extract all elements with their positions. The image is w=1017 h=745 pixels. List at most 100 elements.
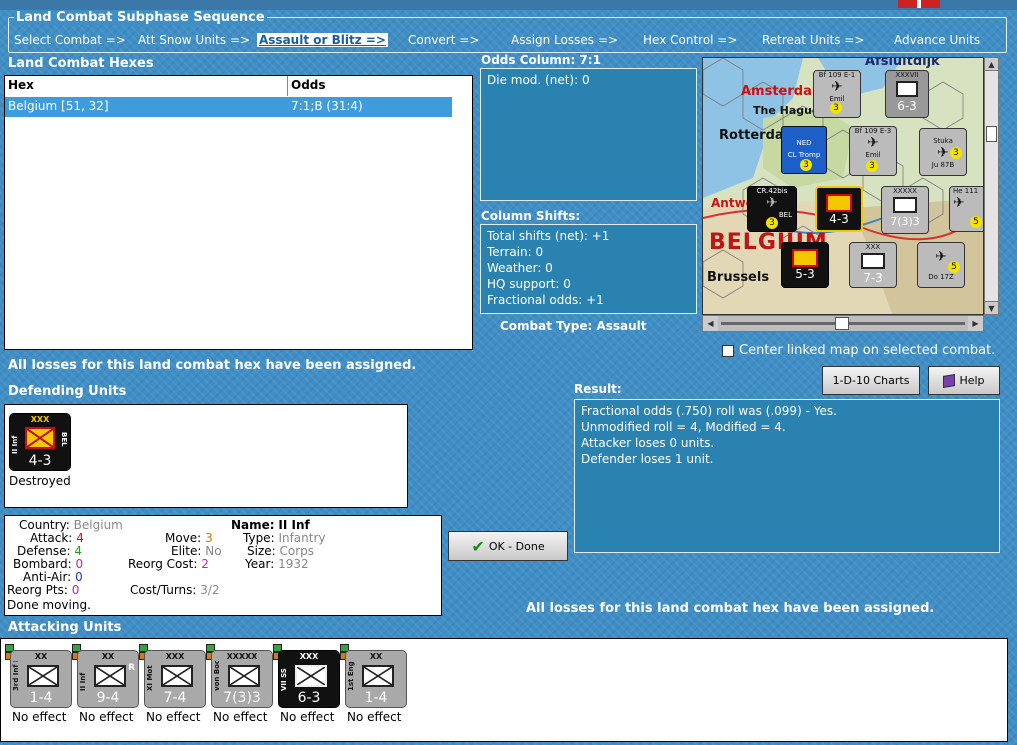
result-line-3: Attacker loses 0 units. — [581, 436, 715, 450]
attacking-unit-status: No effect — [213, 710, 268, 724]
plane-icon: ✈ — [766, 195, 778, 211]
attacking-unit-status: No effect — [280, 710, 335, 724]
center-map-label: Center linked map on selected combat. — [739, 343, 996, 358]
shift-hq: HQ support: 0 — [487, 277, 571, 291]
map-label-brussels: Brussels — [707, 270, 770, 285]
shift-terrain: Terrain: 0 — [487, 245, 544, 259]
scroll-down-icon[interactable]: ▼ — [985, 301, 998, 314]
unit-cost-turns: 3/2 — [200, 583, 220, 597]
sequence-title: Land Combat Subphase Sequence — [14, 10, 267, 25]
unit-done-moving: Done moving. — [7, 598, 91, 612]
step-retreat-units[interactable]: Retreat Units => — [762, 33, 864, 47]
result-title: Result: — [574, 382, 622, 396]
map-counter-xxx[interactable]: XXX 7-3 — [849, 242, 897, 288]
book-icon — [943, 373, 956, 388]
map-counter-i-inf[interactable]: 5-3 — [781, 242, 829, 288]
plane-icon: ✈ — [953, 195, 965, 211]
attacking-unit-status: No effect — [347, 710, 402, 724]
column-shifts-title: Column Shifts: — [481, 209, 581, 223]
step-assault-or-blitz[interactable]: Assault or Blitz => — [257, 33, 388, 47]
defending-panel: XXX II Inf BEL 4-3 Destroyed — [4, 404, 408, 508]
col-hex-header[interactable]: Hex — [5, 76, 288, 96]
table-row[interactable]: Belgium [51, 32] 7:1;B (31:4) — [5, 97, 452, 117]
unit-name: II Inf — [278, 518, 310, 532]
scroll-left-icon[interactable]: ◀ — [703, 316, 718, 331]
plane-icon: ✈ — [831, 79, 843, 95]
map-label-antwerp: Antwerp — [711, 196, 751, 210]
map-vertical-scrollbar[interactable]: ▲ ▼ — [984, 57, 999, 315]
linked-map[interactable]: Afsluitdijk Amsterdam The Hague Rotterda… — [702, 57, 984, 315]
attacking-unit-status: No effect — [146, 710, 201, 724]
map-counter-ned-tromp[interactable]: NED CL Tromp 3 — [781, 126, 827, 174]
step-assign-losses[interactable]: Assign Losses => — [511, 33, 618, 47]
attacking-unit-counter[interactable]: XX 1st Eng 1-4 — [345, 650, 407, 708]
unit-year: 1932 — [278, 557, 309, 571]
combat-type: Combat Type: Assault — [500, 319, 647, 333]
attacking-unit-counter[interactable]: XXXXX von Bock 7(3)3 — [211, 650, 273, 708]
result-line-2: Unmodified roll = 4, Modified = 4. — [581, 420, 786, 434]
unit-symbol-icon — [228, 665, 260, 687]
unit-symbol-icon — [94, 665, 126, 687]
map-counter-xxxxx[interactable]: XXXXX 7(3)3 — [881, 186, 929, 234]
center-map-checkbox[interactable] — [722, 345, 734, 357]
map-counter-bf109-e1[interactable]: Bf 109 E-1 ✈ Emil 3 — [813, 70, 861, 118]
map-counter-ii-inf-selected[interactable]: 4-3 — [815, 186, 863, 232]
defending-unit-counter[interactable]: XXX II Inf BEL 4-3 — [9, 413, 71, 471]
losses-message-top: All losses for this land combat hex have… — [8, 358, 417, 373]
shift-fractional: Fractional odds: +1 — [487, 293, 604, 307]
map-counter-he111[interactable]: He 111 ✈ 5 — [949, 186, 983, 232]
unit-reorg-pts: 0 — [71, 583, 80, 597]
unit-bombard: 0 — [75, 557, 84, 571]
unit-defense: 4 — [74, 544, 82, 558]
attacking-unit-counter[interactable]: XX II Inf R 9-4 — [77, 650, 139, 708]
unit-country: Belgium — [73, 518, 123, 532]
scroll-thumb[interactable] — [986, 126, 997, 142]
flag-icon — [898, 0, 940, 8]
step-att-snow-units[interactable]: Att Snow Units => — [138, 33, 250, 47]
scroll-right-icon[interactable]: ▶ — [968, 316, 983, 331]
ok-done-button[interactable]: ✔ OK - Done — [448, 531, 568, 561]
unit-move: 3 — [205, 531, 213, 545]
col-odds-header[interactable]: Odds — [288, 76, 452, 96]
odds-panel: Die mod. (net): 0 — [480, 68, 697, 201]
step-convert[interactable]: Convert => — [408, 33, 479, 47]
losses-message-bottom: All losses for this land combat hex have… — [526, 601, 935, 616]
attacking-unit-counter[interactable]: XX 3rd Inf Div 1-4 — [10, 650, 72, 708]
attacking-unit-counter[interactable]: XXX XI Mot 7-4 — [144, 650, 206, 708]
attacking-title: Attacking Units — [8, 620, 122, 635]
map-counter-xxxvii[interactable]: XXXVII 6-3 — [885, 70, 929, 118]
unit-symbol-icon — [161, 665, 193, 687]
step-select-combat[interactable]: Select Combat => — [14, 33, 126, 47]
unit-reorg-cost: 2 — [201, 557, 209, 571]
attacking-unit-counter[interactable]: XXX VII SS 6-3 — [278, 650, 340, 708]
odds-column-title: Odds Column: 7:1 — [481, 53, 601, 67]
map-label-the-hague: The Hague — [753, 104, 820, 117]
unit-size: Corps — [279, 544, 315, 558]
map-counter-do17z[interactable]: ✈ Do 17Z 5 — [917, 242, 965, 288]
step-hex-control[interactable]: Hex Control => — [643, 33, 737, 47]
table-header: Hex Odds — [5, 76, 452, 96]
map-counter-bf109-e3[interactable]: Bf 109 E-3 ✈ Emil 3 — [849, 126, 897, 176]
unit-attack: 4 — [76, 531, 84, 545]
attacking-unit-status: No effect — [12, 710, 67, 724]
row-odds: 7:1;B (31:4) — [291, 99, 363, 113]
map-counter-stuka[interactable]: Stuka ✈ Ju 87B 3 — [919, 128, 967, 176]
map-horizontal-scrollbar[interactable]: ◀ ▶ — [702, 315, 984, 332]
result-panel: Fractional odds (.750) roll was (.099) -… — [574, 399, 1000, 553]
scroll-thumb[interactable] — [835, 317, 849, 330]
unit-antiair: 0 — [75, 570, 83, 584]
checkmark-icon: ✔ — [471, 536, 485, 556]
help-button[interactable]: Help — [928, 366, 1000, 395]
defending-unit-status: Destroyed — [9, 474, 71, 488]
map-counter-cr42[interactable]: CR.42bis ✈ BEL 3 — [747, 186, 797, 232]
step-advance-units[interactable]: Advance Units — [894, 33, 980, 47]
charts-button[interactable]: 1-D-10 Charts — [822, 366, 920, 395]
attacking-unit-status: No effect — [79, 710, 134, 724]
unit-type: Infantry — [278, 531, 326, 545]
hexes-title: Land Combat Hexes — [8, 56, 154, 71]
map-label-afsluitdijk: Afsluitdijk — [865, 57, 940, 69]
scroll-up-icon[interactable]: ▲ — [985, 58, 998, 71]
unit-symbol-icon — [27, 665, 59, 687]
die-mod: Die mod. (net): 0 — [487, 73, 590, 87]
column-shifts-panel: Total shifts (net): +1 Terrain: 0 Weathe… — [480, 224, 697, 314]
